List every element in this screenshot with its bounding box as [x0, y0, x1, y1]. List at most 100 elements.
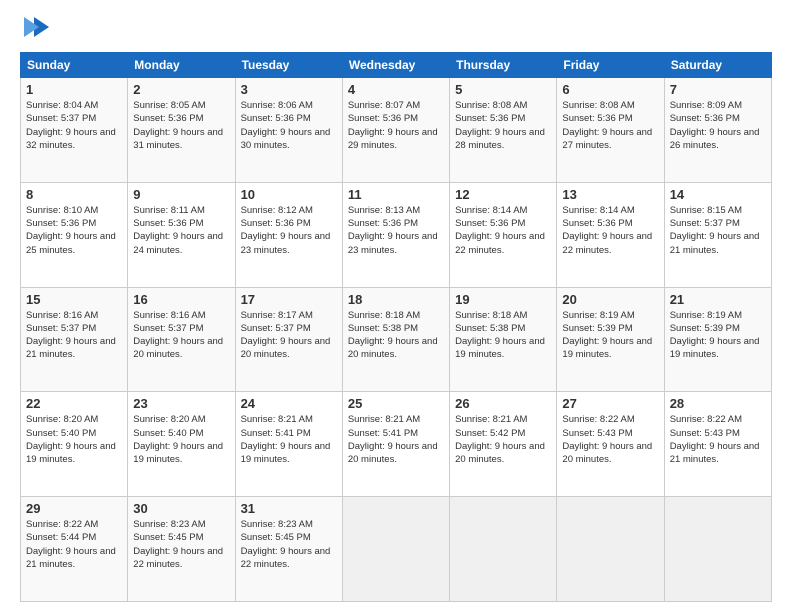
day-info: Sunrise: 8:06 AMSunset: 5:36 PMDaylight:…	[241, 99, 337, 152]
calendar-cell	[342, 497, 449, 602]
day-info: Sunrise: 8:23 AMSunset: 5:45 PMDaylight:…	[241, 518, 337, 571]
day-info: Sunrise: 8:20 AMSunset: 5:40 PMDaylight:…	[133, 413, 229, 466]
day-info: Sunrise: 8:13 AMSunset: 5:36 PMDaylight:…	[348, 204, 444, 257]
day-header-wednesday: Wednesday	[342, 53, 449, 78]
day-info: Sunrise: 8:12 AMSunset: 5:36 PMDaylight:…	[241, 204, 337, 257]
day-number: 28	[670, 396, 766, 411]
day-info: Sunrise: 8:18 AMSunset: 5:38 PMDaylight:…	[455, 309, 551, 362]
calendar-cell: 22 Sunrise: 8:20 AMSunset: 5:40 PMDayligh…	[21, 392, 128, 497]
day-number: 22	[26, 396, 122, 411]
day-number: 6	[562, 82, 658, 97]
calendar-cell: 24 Sunrise: 8:21 AMSunset: 5:41 PMDayligh…	[235, 392, 342, 497]
calendar-cell: 27 Sunrise: 8:22 AMSunset: 5:43 PMDayligh…	[557, 392, 664, 497]
logo	[20, 16, 54, 42]
day-info: Sunrise: 8:22 AMSunset: 5:44 PMDaylight:…	[26, 518, 122, 571]
day-number: 29	[26, 501, 122, 516]
calendar-cell: 26 Sunrise: 8:21 AMSunset: 5:42 PMDayligh…	[450, 392, 557, 497]
day-info: Sunrise: 8:11 AMSunset: 5:36 PMDaylight:…	[133, 204, 229, 257]
calendar-cell: 12 Sunrise: 8:14 AMSunset: 5:36 PMDayligh…	[450, 182, 557, 287]
calendar-cell: 10 Sunrise: 8:12 AMSunset: 5:36 PMDayligh…	[235, 182, 342, 287]
calendar-cell: 15 Sunrise: 8:16 AMSunset: 5:37 PMDayligh…	[21, 287, 128, 392]
calendar-cell: 3 Sunrise: 8:06 AMSunset: 5:36 PMDaylight…	[235, 78, 342, 183]
day-header-thursday: Thursday	[450, 53, 557, 78]
day-info: Sunrise: 8:04 AMSunset: 5:37 PMDaylight:…	[26, 99, 122, 152]
day-number: 23	[133, 396, 229, 411]
header	[20, 16, 772, 42]
day-info: Sunrise: 8:23 AMSunset: 5:45 PMDaylight:…	[133, 518, 229, 571]
day-info: Sunrise: 8:05 AMSunset: 5:36 PMDaylight:…	[133, 99, 229, 152]
day-info: Sunrise: 8:22 AMSunset: 5:43 PMDaylight:…	[670, 413, 766, 466]
day-header-monday: Monday	[128, 53, 235, 78]
day-number: 12	[455, 187, 551, 202]
calendar-cell: 8Sunrise: 8:10 AMSunset: 5:36 PMDaylight…	[21, 182, 128, 287]
day-number: 8	[26, 187, 122, 202]
calendar-cell: 2 Sunrise: 8:05 AMSunset: 5:36 PMDaylight…	[128, 78, 235, 183]
day-number: 5	[455, 82, 551, 97]
calendar-cell: 19 Sunrise: 8:18 AMSunset: 5:38 PMDayligh…	[450, 287, 557, 392]
day-info: Sunrise: 8:17 AMSunset: 5:37 PMDaylight:…	[241, 309, 337, 362]
logo-icon	[24, 12, 54, 42]
day-number: 10	[241, 187, 337, 202]
calendar-cell: 28 Sunrise: 8:22 AMSunset: 5:43 PMDayligh…	[664, 392, 771, 497]
day-number: 13	[562, 187, 658, 202]
calendar-cell: 21 Sunrise: 8:19 AMSunset: 5:39 PMDayligh…	[664, 287, 771, 392]
day-info: Sunrise: 8:19 AMSunset: 5:39 PMDaylight:…	[562, 309, 658, 362]
day-info: Sunrise: 8:19 AMSunset: 5:39 PMDaylight:…	[670, 309, 766, 362]
calendar-cell: 4 Sunrise: 8:07 AMSunset: 5:36 PMDaylight…	[342, 78, 449, 183]
day-info: Sunrise: 8:07 AMSunset: 5:36 PMDaylight:…	[348, 99, 444, 152]
calendar-cell: 30 Sunrise: 8:23 AMSunset: 5:45 PMDayligh…	[128, 497, 235, 602]
page: SundayMondayTuesdayWednesdayThursdayFrid…	[0, 0, 792, 612]
day-number: 30	[133, 501, 229, 516]
day-number: 17	[241, 292, 337, 307]
day-info: Sunrise: 8:22 AMSunset: 5:43 PMDaylight:…	[562, 413, 658, 466]
day-header-tuesday: Tuesday	[235, 53, 342, 78]
day-number: 20	[562, 292, 658, 307]
day-number: 26	[455, 396, 551, 411]
day-number: 4	[348, 82, 444, 97]
calendar-cell: 20 Sunrise: 8:19 AMSunset: 5:39 PMDayligh…	[557, 287, 664, 392]
day-number: 31	[241, 501, 337, 516]
calendar-cell: 14Sunrise: 8:15 AMSunset: 5:37 PMDayligh…	[664, 182, 771, 287]
day-number: 21	[670, 292, 766, 307]
calendar-cell: 5 Sunrise: 8:08 AMSunset: 5:36 PMDaylight…	[450, 78, 557, 183]
calendar-cell: 9Sunrise: 8:11 AMSunset: 5:36 PMDaylight…	[128, 182, 235, 287]
calendar-cell	[557, 497, 664, 602]
day-number: 25	[348, 396, 444, 411]
day-info: Sunrise: 8:21 AMSunset: 5:41 PMDaylight:…	[241, 413, 337, 466]
day-info: Sunrise: 8:16 AMSunset: 5:37 PMDaylight:…	[26, 309, 122, 362]
calendar-cell: 31 Sunrise: 8:23 AMSunset: 5:45 PMDayligh…	[235, 497, 342, 602]
day-info: Sunrise: 8:16 AMSunset: 5:37 PMDaylight:…	[133, 309, 229, 362]
day-number: 7	[670, 82, 766, 97]
day-info: Sunrise: 8:21 AMSunset: 5:42 PMDaylight:…	[455, 413, 551, 466]
day-number: 1	[26, 82, 122, 97]
calendar-cell: 23 Sunrise: 8:20 AMSunset: 5:40 PMDayligh…	[128, 392, 235, 497]
day-info: Sunrise: 8:21 AMSunset: 5:41 PMDaylight:…	[348, 413, 444, 466]
calendar-cell: 1 Sunrise: 8:04 AMSunset: 5:37 PMDaylight…	[21, 78, 128, 183]
day-number: 18	[348, 292, 444, 307]
day-header-saturday: Saturday	[664, 53, 771, 78]
day-number: 11	[348, 187, 444, 202]
day-number: 2	[133, 82, 229, 97]
calendar-cell: 6 Sunrise: 8:08 AMSunset: 5:36 PMDaylight…	[557, 78, 664, 183]
day-info: Sunrise: 8:18 AMSunset: 5:38 PMDaylight:…	[348, 309, 444, 362]
calendar-table: SundayMondayTuesdayWednesdayThursdayFrid…	[20, 52, 772, 602]
day-number: 15	[26, 292, 122, 307]
day-info: Sunrise: 8:14 AMSunset: 5:36 PMDaylight:…	[562, 204, 658, 257]
calendar-cell	[450, 497, 557, 602]
day-info: Sunrise: 8:15 AMSunset: 5:37 PMDaylight:…	[670, 204, 766, 257]
calendar-cell: 7Sunrise: 8:09 AMSunset: 5:36 PMDaylight…	[664, 78, 771, 183]
day-number: 16	[133, 292, 229, 307]
calendar-cell: 18 Sunrise: 8:18 AMSunset: 5:38 PMDayligh…	[342, 287, 449, 392]
day-number: 3	[241, 82, 337, 97]
calendar-cell	[664, 497, 771, 602]
day-info: Sunrise: 8:14 AMSunset: 5:36 PMDaylight:…	[455, 204, 551, 257]
day-number: 24	[241, 396, 337, 411]
calendar-cell: 13 Sunrise: 8:14 AMSunset: 5:36 PMDayligh…	[557, 182, 664, 287]
day-number: 19	[455, 292, 551, 307]
day-info: Sunrise: 8:08 AMSunset: 5:36 PMDaylight:…	[562, 99, 658, 152]
day-header-friday: Friday	[557, 53, 664, 78]
day-info: Sunrise: 8:08 AMSunset: 5:36 PMDaylight:…	[455, 99, 551, 152]
calendar-cell: 29 Sunrise: 8:22 AMSunset: 5:44 PMDayligh…	[21, 497, 128, 602]
day-info: Sunrise: 8:20 AMSunset: 5:40 PMDaylight:…	[26, 413, 122, 466]
day-number: 27	[562, 396, 658, 411]
